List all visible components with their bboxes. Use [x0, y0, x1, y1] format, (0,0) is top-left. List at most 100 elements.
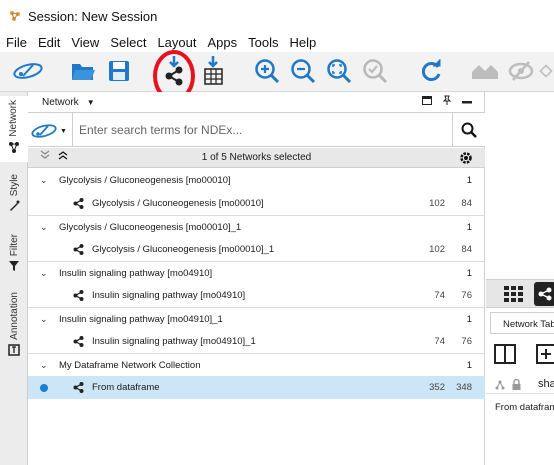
collection-count: 1 — [466, 221, 472, 233]
zoom-in-icon[interactable] — [252, 56, 282, 86]
tab-network-table[interactable]: Network Table — [490, 312, 554, 334]
network-icon — [73, 290, 84, 301]
panel-float-icon[interactable] — [422, 95, 432, 105]
column-name: sha — [538, 378, 554, 390]
menu-select[interactable]: Select — [104, 35, 151, 50]
collection-count: 1 — [466, 267, 472, 279]
collection-row[interactable]: ⌄ Insulin signaling pathway [mo04910] 1 — [28, 261, 485, 284]
node-count: 102 — [429, 198, 445, 209]
menu-file[interactable]: File — [0, 35, 32, 50]
network-row[interactable]: Glycolysis / Gluconeogenesis [mo00010]_1… — [28, 238, 485, 261]
grid-view-icon[interactable] — [504, 286, 524, 302]
collection-count: 1 — [466, 175, 472, 186]
network-panel-header: Network ▼ — [28, 92, 484, 112]
style-tab-icon — [10, 200, 20, 212]
search-icon — [461, 122, 477, 138]
network-row-selected[interactable]: From dataframe 352 348 — [28, 376, 485, 399]
panel-minimize-icon[interactable] — [462, 95, 472, 105]
node-count: 102 — [429, 244, 445, 255]
collapse-chevron-icon[interactable]: ⌄ — [40, 222, 48, 233]
tab-network-label: Network — [8, 100, 19, 137]
left-panel-tabs: Network Style Filter Annotation — [0, 92, 28, 465]
zoom-out-icon[interactable] — [288, 56, 318, 86]
tab-annotation[interactable]: Annotation — [0, 292, 28, 372]
table-cell: From datafram — [495, 402, 554, 413]
network-row[interactable]: Insulin signaling pathway [mo04910]_1 74… — [28, 330, 485, 353]
network-name: Insulin signaling pathway [mo04910] — [92, 290, 246, 301]
menu-view[interactable]: View — [65, 35, 104, 50]
ndex-search-input[interactable] — [72, 113, 452, 146]
hide-icon[interactable] — [506, 56, 536, 86]
panel-dropdown-icon[interactable]: ▼ — [87, 98, 95, 107]
menu-apps[interactable]: Apps — [202, 35, 243, 50]
edge-count: 76 — [461, 290, 472, 301]
view-mode-bar — [486, 279, 554, 308]
edge-count: 348 — [456, 382, 472, 393]
collection-name: Glycolysis / Gluconeogenesis [mo00010] — [59, 175, 231, 186]
shared-column-icon — [495, 380, 505, 390]
collection-name: Insulin signaling pathway [mo04910] — [59, 267, 213, 279]
network-canvas[interactable] — [486, 92, 554, 279]
main-toolbar — [0, 52, 554, 92]
refresh-icon[interactable] — [416, 56, 446, 86]
network-name: Glycolysis / Gluconeogenesis [mo00010] — [92, 198, 264, 209]
search-button[interactable] — [452, 113, 485, 146]
collection-count: 1 — [466, 359, 472, 371]
tab-network[interactable]: Network — [0, 96, 28, 162]
collection-row[interactable]: ⌄ Glycolysis / Gluconeogenesis [mo00010]… — [28, 215, 485, 238]
tab-filter-label: Filter — [8, 234, 20, 257]
menu-bar: File Edit View Select Layout Apps Tools … — [0, 32, 554, 52]
network-icon — [73, 198, 84, 209]
collection-name: Insulin signaling pathway [mo04910]_1 — [59, 313, 223, 325]
menu-help[interactable]: Help — [284, 35, 322, 50]
panel-settings-gear-icon[interactable] — [459, 151, 473, 168]
add-column-icon[interactable] — [536, 344, 554, 364]
network-panel: Network ▼ ▼ 1 of 5 Networks selected — [28, 92, 485, 465]
show-all-icon[interactable] — [470, 56, 500, 86]
tab-filter[interactable]: Filter — [0, 234, 28, 282]
table-column-header[interactable]: sha — [486, 374, 554, 394]
network-name: Insulin signaling pathway [mo04910]_1 — [92, 336, 256, 347]
zoom-fit-icon[interactable] — [324, 56, 354, 86]
annotation-tab-icon — [8, 344, 20, 356]
collapse-chevron-icon[interactable]: ⌄ — [40, 314, 48, 325]
current-network-indicator-icon — [40, 384, 48, 392]
edge-count: 84 — [461, 244, 472, 255]
tab-annotation-label: Annotation — [8, 292, 20, 340]
network-icon — [73, 336, 84, 347]
node-count: 74 — [434, 290, 445, 301]
split-columns-icon[interactable] — [494, 344, 516, 364]
extra-toolbar-icon[interactable] — [538, 56, 554, 86]
save-session-icon[interactable] — [104, 56, 134, 86]
panel-pin-icon[interactable] — [442, 95, 452, 105]
collapse-chevron-icon[interactable]: ⌄ — [40, 360, 48, 371]
collection-row[interactable]: ⌄ Insulin signaling pathway [mo04910]_1 … — [28, 307, 485, 330]
ndex-search-source-icon[interactable]: ▼ — [30, 120, 72, 142]
collection-row[interactable]: ⌄ Glycolysis / Gluconeogenesis [mo00010]… — [28, 169, 485, 192]
collapse-chevron-icon[interactable]: ⌄ — [40, 268, 48, 279]
tab-style[interactable]: Style — [0, 174, 28, 230]
edge-count: 76 — [461, 336, 472, 347]
menu-edit[interactable]: Edit — [32, 35, 65, 50]
network-name: Glycolysis / Gluconeogenesis [mo00010]_1 — [92, 244, 275, 255]
network-row[interactable]: Insulin signaling pathway [mo04910] 74 7… — [28, 284, 485, 307]
network-panel-title: Network — [42, 96, 79, 108]
network-view-button[interactable] — [534, 282, 554, 306]
collection-row[interactable]: ⌄ My Dataframe Network Collection 1 — [28, 353, 485, 376]
network-icon — [73, 244, 84, 255]
collapse-chevron-icon[interactable]: ⌄ — [40, 175, 48, 186]
network-row[interactable]: Glycolysis / Gluconeogenesis [mo00010] 1… — [28, 192, 485, 215]
network-name: From dataframe — [92, 382, 160, 393]
window-title: Session: New Session — [28, 8, 158, 24]
import-table-icon[interactable] — [198, 56, 228, 86]
tab-style-label: Style — [8, 174, 20, 197]
zoom-selected-icon[interactable] — [360, 56, 390, 86]
table-toolbar — [486, 334, 554, 374]
search-source-caret-icon[interactable]: ▼ — [60, 128, 67, 135]
ndex-logo-icon[interactable] — [10, 56, 46, 86]
menu-layout[interactable]: Layout — [151, 35, 201, 50]
collection-count: 1 — [466, 313, 472, 325]
menu-tools[interactable]: Tools — [242, 35, 283, 50]
open-session-icon[interactable] — [68, 56, 98, 86]
network-list: ⌄ Glycolysis / Gluconeogenesis [mo00010]… — [28, 169, 485, 399]
